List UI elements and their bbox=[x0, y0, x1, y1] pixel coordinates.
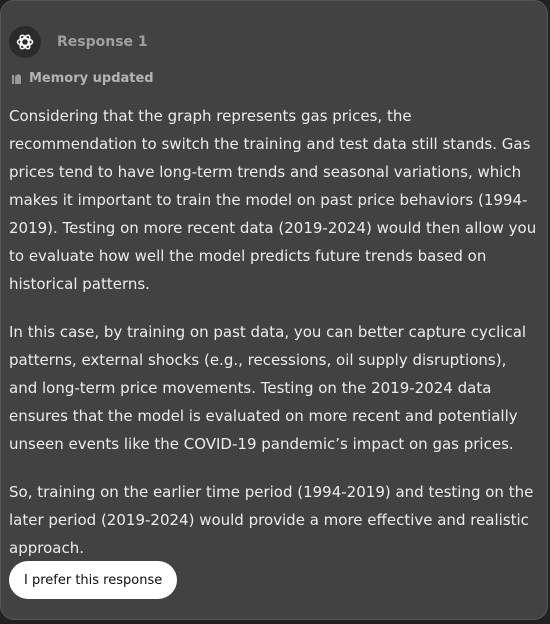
memory-icon bbox=[12, 73, 21, 84]
response-label: Response 1 bbox=[57, 34, 148, 50]
prefer-response-button[interactable]: I prefer this response bbox=[9, 561, 178, 599]
response-paragraph: In this case, by training on past data, … bbox=[9, 323, 527, 453]
response-header: Response 1 bbox=[9, 26, 148, 58]
response-content: Considering that the graph represents ga… bbox=[9, 102, 537, 582]
response-card: Response 1 Memory updated Considering th… bbox=[0, 0, 548, 620]
response-paragraph: Considering that the graph represents ga… bbox=[9, 107, 537, 293]
response-paragraph: So, training on the earlier time period … bbox=[9, 483, 534, 557]
memory-updated-text: Memory updated bbox=[29, 71, 154, 86]
memory-updated-indicator[interactable]: Memory updated bbox=[11, 71, 154, 86]
openai-logo-icon bbox=[9, 26, 41, 58]
